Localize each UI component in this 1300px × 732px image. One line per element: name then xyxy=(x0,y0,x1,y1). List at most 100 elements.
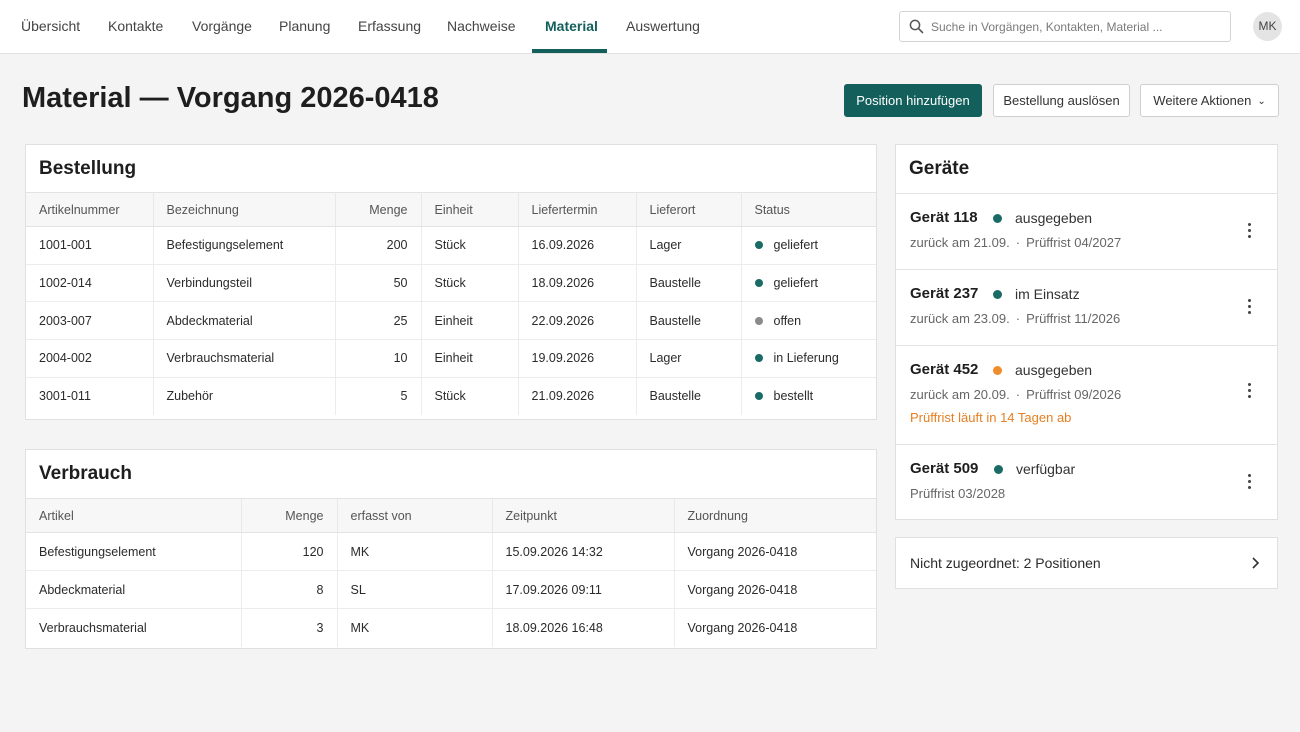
order-qty-cell: 50 xyxy=(335,264,422,303)
order-status-cell: in Lieferung xyxy=(741,339,876,378)
device-item[interactable]: Gerät 118 ausgegeben zurück am 21.09. · Prüf… xyxy=(896,193,1278,269)
consumption-by-cell: MK xyxy=(337,532,493,571)
consumption-qty-cell: 120 xyxy=(241,532,338,571)
consumption-time-cell: 17.09.2026 09:11 xyxy=(492,570,675,609)
meta-separator: · xyxy=(1015,387,1021,402)
tab-uebersicht[interactable]: Übersicht xyxy=(21,0,80,54)
device-item[interactable]: Gerät 237 im Einsatz zurück am 23.09. · Prüf… xyxy=(896,269,1278,345)
table-row[interactable]: 1001-001 Befestigungselement 200 Stück 16.09… xyxy=(26,226,876,265)
order-article-cell: 1002-014 xyxy=(26,264,154,303)
table-row[interactable]: 1002-014 Verbindungsteil 50 Stück 18.09.2026… xyxy=(26,264,876,303)
order-unit-cell: Stück xyxy=(421,377,519,415)
tab-material[interactable]: Material xyxy=(545,0,598,54)
search-input[interactable] xyxy=(931,13,1226,40)
unassigned-label: Nicht zugeordnet: 2 Positionen xyxy=(910,555,1101,571)
status-dot xyxy=(754,316,763,325)
device-status-dot xyxy=(993,214,1002,223)
consumption-assignment-cell: Vorgang 2026-0418 xyxy=(674,532,876,571)
col-header-consumption-time: Zeitpunkt xyxy=(492,498,675,533)
meta-separator: · xyxy=(1015,235,1021,250)
device-meta: zurück am 21.09. · Prüffrist 04/2027 xyxy=(910,235,1121,250)
col-header-unit: Einheit xyxy=(421,192,519,227)
table-row[interactable]: Abdeckmaterial 8 SL 17.09.2026 09:11 Vorgang… xyxy=(26,570,876,609)
col-header-consumption-article: Artikel xyxy=(26,498,242,533)
device-inspection-date: Prüffrist 03/2028 xyxy=(910,486,1006,501)
tab-auswertung[interactable]: Auswertung xyxy=(626,0,700,54)
device-name: Gerät 118 xyxy=(910,209,978,226)
device-inspection-date: Prüffrist 04/2027 xyxy=(1026,235,1122,250)
order-unit-cell: Einheit xyxy=(421,301,519,341)
consumption-article-cell: Abdeckmaterial xyxy=(26,570,242,609)
consumption-assignment-cell: Vorgang 2026-0418 xyxy=(674,570,876,609)
devices-card-title: Geräte xyxy=(909,158,970,179)
col-header-consumption-qty: Menge xyxy=(241,498,338,533)
trigger-order-button[interactable]: Bestellung auslösen xyxy=(993,84,1130,117)
table-row[interactable]: 2004-002 Verbrauchsmaterial 10 Einheit 19.09… xyxy=(26,339,876,378)
col-header-place: Lieferort xyxy=(636,192,742,227)
user-avatar[interactable]: MK xyxy=(1253,12,1282,41)
tab-nachweise[interactable]: Nachweise xyxy=(447,0,515,54)
search-icon xyxy=(909,19,924,34)
order-place-cell: Baustelle xyxy=(636,301,742,341)
status-text: geliefert xyxy=(773,276,818,291)
table-row[interactable]: 2003-007 Abdeckmaterial 25 Einheit 22.09.202… xyxy=(26,301,876,341)
order-status-cell: bestellt xyxy=(741,377,876,415)
more-options-icon[interactable] xyxy=(1244,223,1254,241)
more-options-icon[interactable] xyxy=(1244,299,1254,317)
device-name: Gerät 452 xyxy=(910,361,979,378)
order-name-cell: Zubehör xyxy=(153,377,336,415)
tab-planung[interactable]: Planung xyxy=(279,0,330,54)
unassigned-positions-row[interactable]: Nicht zugeordnet: 2 Positionen xyxy=(895,537,1278,589)
chevron-right-icon xyxy=(1252,557,1260,569)
table-row[interactable]: 3001-011 Zubehör 5 Stück 21.09.2026 Baustelle… xyxy=(26,377,876,415)
device-status: im Einsatz xyxy=(1015,286,1080,302)
tab-vorgaenge[interactable]: Vorgänge xyxy=(192,0,252,54)
order-article-cell: 2004-002 xyxy=(26,339,154,378)
device-name: Gerät 237 xyxy=(910,285,979,302)
order-place-cell: Baustelle xyxy=(636,264,742,303)
order-status-cell: geliefert xyxy=(741,264,876,303)
search-box[interactable] xyxy=(899,11,1231,42)
page-title: Material — Vorgang 2026-0418 xyxy=(22,82,439,114)
add-position-button[interactable]: Position hinzufügen xyxy=(844,84,982,117)
order-place-cell: Lager xyxy=(636,226,742,265)
order-date-cell: 16.09.2026 xyxy=(518,226,637,265)
order-article-cell: 2003-007 xyxy=(26,301,154,341)
consumption-qty-cell: 8 xyxy=(241,570,338,609)
table-row[interactable]: Befestigungselement 120 MK 15.09.2026 14:32… xyxy=(26,532,876,571)
table-row[interactable]: Verbrauchsmaterial 3 MK 18.09.2026 16:48 Vor… xyxy=(26,608,876,647)
order-table: Artikelnummer Bezeichnung Menge Einheit … xyxy=(26,192,876,415)
order-unit-cell: Stück xyxy=(421,264,519,303)
more-actions-button[interactable]: Weitere Aktionen ⌄ xyxy=(1140,84,1279,117)
device-item[interactable]: Gerät 452 ausgegeben zurück am 20.09. · Prüf… xyxy=(896,345,1278,444)
order-date-cell: 19.09.2026 xyxy=(518,339,637,378)
order-status-cell: offen xyxy=(741,301,876,341)
order-table-header: Artikelnummer Bezeichnung Menge Einheit … xyxy=(26,192,876,227)
order-article-cell: 1001-001 xyxy=(26,226,154,265)
tab-erfassung[interactable]: Erfassung xyxy=(358,0,421,54)
consumption-article-cell: Befestigungselement xyxy=(26,532,242,571)
order-card: Bestellung Artikelnummer Bezeichnung Men… xyxy=(25,144,877,420)
consumption-time-cell: 15.09.2026 14:32 xyxy=(492,532,675,571)
more-options-icon[interactable] xyxy=(1244,474,1254,492)
device-return-date: zurück am 23.09. xyxy=(910,311,1010,326)
more-actions-label: Weitere Aktionen xyxy=(1153,93,1252,108)
device-item[interactable]: Gerät 509 verfügbar Prüffrist 03/2028 xyxy=(896,444,1278,520)
active-tab-indicator xyxy=(532,49,607,53)
device-inspection-date: Prüffrist 11/2026 xyxy=(1026,311,1121,326)
status-text: in Lieferung xyxy=(773,351,839,366)
status-dot xyxy=(754,354,763,363)
status-dot xyxy=(754,241,763,250)
device-status: verfügbar xyxy=(1016,461,1076,477)
consumption-by-cell: SL xyxy=(337,570,493,609)
status-text: offen xyxy=(773,313,802,328)
device-meta: zurück am 20.09. · Prüffrist 09/2026 xyxy=(910,387,1121,402)
device-status: ausgegeben xyxy=(1015,362,1093,378)
consumption-card-title: Verbrauch xyxy=(39,463,132,484)
order-date-cell: 18.09.2026 xyxy=(518,264,637,303)
device-inspection-date: Prüffrist 09/2026 xyxy=(1026,387,1122,402)
order-qty-cell: 10 xyxy=(335,339,422,378)
order-date-cell: 22.09.2026 xyxy=(518,301,637,341)
more-options-icon[interactable] xyxy=(1244,383,1254,401)
tab-kontakte[interactable]: Kontakte xyxy=(108,0,163,54)
